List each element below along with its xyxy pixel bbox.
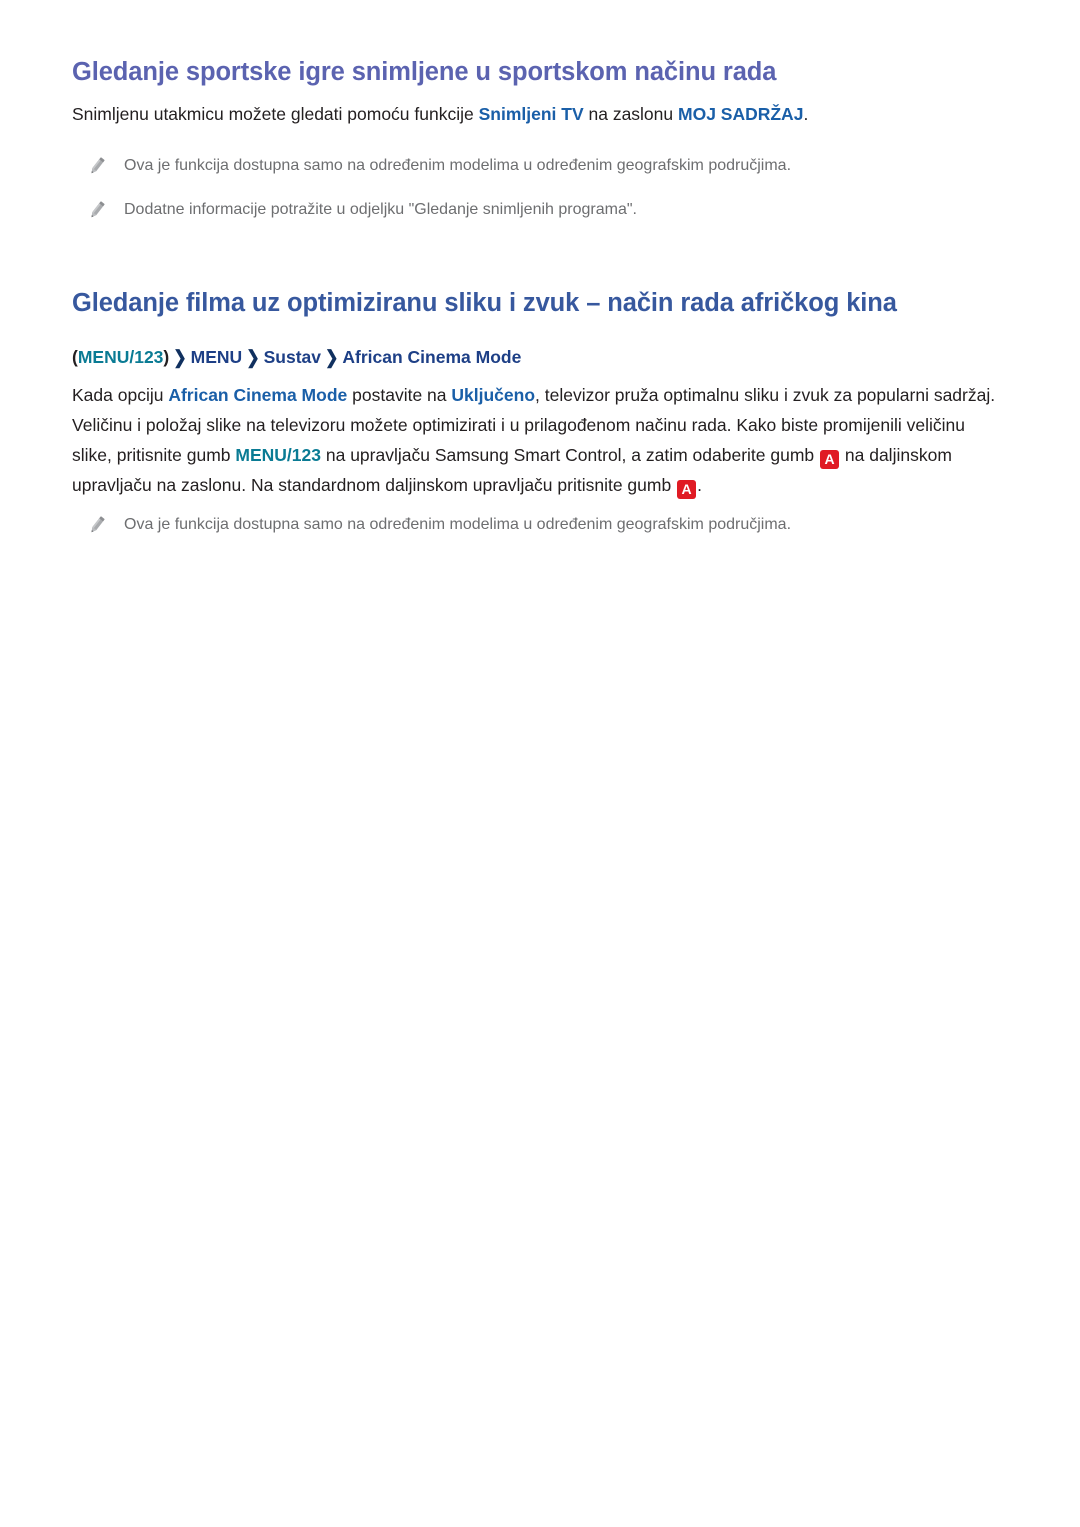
- keyword-african-cinema-mode: African Cinema Mode: [168, 385, 348, 405]
- keyword-snimljeni-tv: Snimljeni TV: [478, 104, 584, 124]
- section1-paragraph-text-3: .: [803, 104, 809, 124]
- section2-note-1-text: Ova je funkcija dostupna samo na određen…: [124, 516, 792, 533]
- key-badge-a: A: [820, 450, 840, 469]
- key-badge-a: A: [677, 480, 697, 499]
- section2-note-1: Ova je funkcija dostupna samo na određen…: [72, 510, 1008, 540]
- section1-paragraph-text-2: na zaslonu: [583, 104, 678, 124]
- breadcrumb-item-menu[interactable]: MENU: [191, 347, 243, 367]
- section1-heading: Gledanje sportske igre snimljene u sport…: [72, 58, 777, 86]
- section2-paragraph-text-6: .: [697, 475, 702, 495]
- keyword-ukljuceno: Uključeno: [451, 385, 536, 405]
- document-content: Gledanje sportske igre snimljene u sport…: [72, 56, 1008, 540]
- keyword-menu123: MENU/123: [235, 445, 321, 465]
- section1-paragraph-text-1: Snimljenu utakmicu možete gledati pomoću…: [72, 104, 479, 124]
- breadcrumb: (MENU/123) ❯ MENU ❯ Sustav ❯ African Cinema Mo…: [72, 342, 1008, 374]
- section-separator: [72, 225, 1008, 287]
- pencil-icon: [86, 514, 108, 536]
- section1-paragraph: Snimljenu utakmicu možete gledati pomoću…: [72, 99, 1008, 129]
- pencil-icon: [86, 199, 108, 221]
- section2-paragraph-text-2: postavite na: [347, 385, 452, 405]
- breadcrumb-item-sustav[interactable]: Sustav: [264, 347, 321, 367]
- section2-heading: Gledanje filma uz optimiziranu sliku i z…: [72, 289, 897, 317]
- chevron-right-icon: ❯: [173, 348, 187, 369]
- section1-note-2: Dodatne informacije potražite u odjeljku…: [72, 195, 1008, 225]
- section2-paragraph-text-4: na upravljaču Samsung Smart Control, a z…: [321, 445, 820, 465]
- section1-note-2-text: Dodatne informacije potražite u odjeljku…: [124, 201, 637, 218]
- chevron-right-icon: ❯: [324, 348, 339, 369]
- keyword-moj-sadrzaj: MOJ SADRŽAJ: [678, 104, 804, 124]
- breadcrumb-item-african-cinema-mode[interactable]: African Cinema Mode: [342, 347, 521, 367]
- section1-note-1: Ova je funkcija dostupna samo na određen…: [72, 151, 1008, 181]
- section1-note-1-text: Ova je funkcija dostupna samo na određen…: [124, 157, 792, 174]
- section2-paragraph: Kada opciju African Cinema Mode postavit…: [72, 380, 1008, 500]
- section2-paragraph-text-1: Kada opciju: [72, 385, 169, 405]
- breadcrumb-item-menu123[interactable]: MENU/123: [78, 347, 164, 367]
- document-page: Gledanje sportske igre snimljene u sport…: [0, 0, 1080, 1527]
- chevron-right-icon: ❯: [246, 348, 260, 369]
- pencil-icon: [86, 155, 108, 177]
